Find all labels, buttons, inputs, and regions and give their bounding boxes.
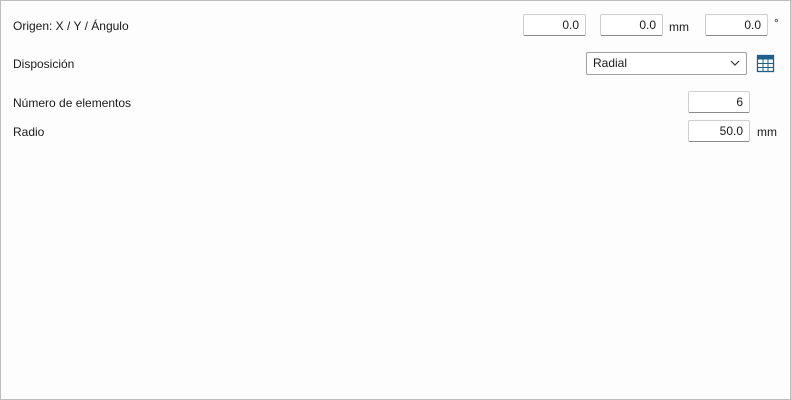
chevron-down-icon [730, 60, 740, 66]
elements-count-input[interactable]: 6 [688, 91, 750, 113]
radius-input[interactable]: 50.0 [688, 120, 750, 142]
layout-dropdown[interactable]: Radial [586, 52, 747, 75]
table-icon[interactable] [756, 54, 775, 73]
origin-xy-unit: mm [669, 20, 689, 34]
origin-angle-unit: ° [774, 16, 779, 30]
radius-label: Radio [13, 125, 45, 139]
layout-selected-value: Radial [593, 56, 628, 70]
properties-panel: Origen: X / Y / Ángulo 0.0 0.0 mm 0.0 ° … [0, 0, 791, 400]
elements-count-label: Número de elementos [13, 96, 132, 110]
layout-label: Disposición [13, 57, 75, 71]
origin-y-input[interactable]: 0.0 [600, 14, 663, 36]
radius-unit: mm [757, 125, 777, 139]
origin-angle-input[interactable]: 0.0 [705, 14, 768, 36]
origin-x-input[interactable]: 0.0 [523, 14, 586, 36]
origin-label: Origen: X / Y / Ángulo [13, 19, 129, 33]
